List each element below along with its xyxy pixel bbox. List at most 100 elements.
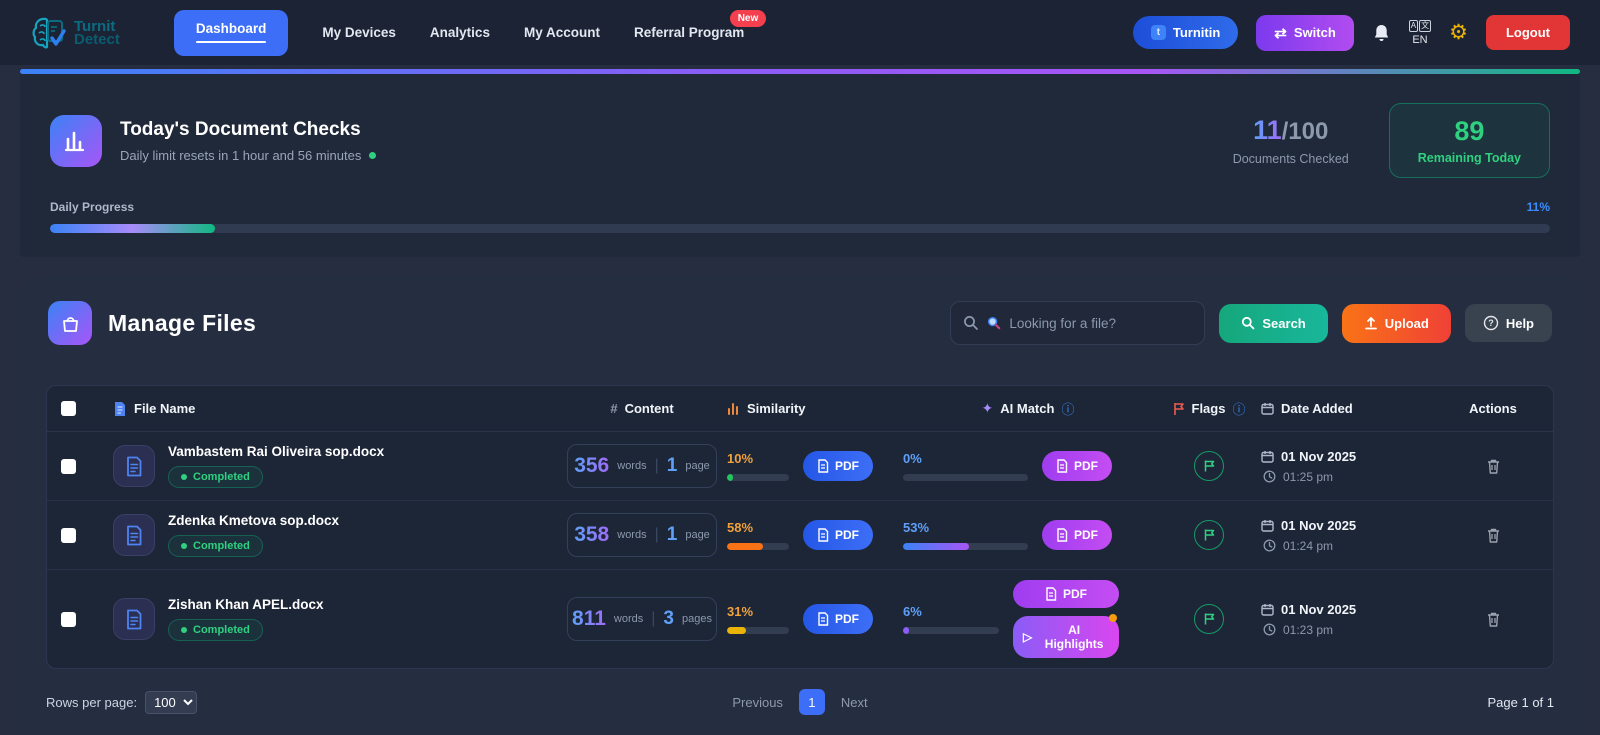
similarity-pdf-button[interactable]: PDF: [803, 451, 873, 481]
ai-highlights-button[interactable]: ▷ AI Highlights: [1013, 616, 1119, 658]
manage-files-card: Manage Files: [20, 275, 1580, 735]
search-button-icon: [1241, 316, 1255, 330]
divider: |: [655, 526, 659, 544]
delete-button[interactable]: [1486, 458, 1501, 475]
file-name[interactable]: Vambastem Rai Oliveira sop.docx: [168, 444, 384, 459]
similarity-bar-fill: [727, 474, 733, 481]
switch-button[interactable]: ⇄ Switch: [1256, 15, 1353, 51]
time-added: 01:23 pm: [1261, 623, 1447, 637]
page-summary: Page 1 of 1: [868, 695, 1554, 710]
file-name[interactable]: Zdenka Kmetova sop.docx: [168, 513, 339, 528]
status-badge: Completed: [168, 466, 263, 488]
flag-red-icon: [1173, 402, 1185, 416]
status-dot: [181, 543, 187, 549]
search-button[interactable]: Search: [1219, 304, 1327, 343]
ai-info-icon[interactable]: ⓘ: [1061, 399, 1074, 418]
daily-progress-label: Daily Progress: [50, 200, 134, 214]
ai-spark-icon: ✦: [982, 400, 994, 417]
row-checkbox[interactable]: [61, 459, 76, 474]
flag-report-button[interactable]: [1194, 604, 1224, 634]
ai-bar: [903, 543, 1028, 550]
status-badge: Completed: [168, 535, 263, 557]
rows-per-page-select[interactable]: 100: [145, 691, 197, 714]
page-count: 1: [667, 455, 678, 477]
logout-button[interactable]: Logout: [1486, 15, 1570, 50]
content-stats: 358 words | 1 page: [567, 513, 717, 557]
upload-button[interactable]: Upload: [1342, 304, 1451, 343]
time-added: 01:25 pm: [1261, 470, 1447, 484]
row-checkbox[interactable]: [61, 612, 76, 627]
ai-percent: 53%: [903, 520, 1028, 535]
col-similarity: Similarity: [727, 401, 899, 416]
daily-checks-card: Today's Document Checks Daily limit rese…: [20, 69, 1580, 257]
time-added: 01:24 pm: [1261, 539, 1447, 553]
table-row: Zishan Khan APEL.docx Completed 811 word…: [47, 570, 1553, 668]
pagination: Previous 1 Next: [732, 689, 867, 715]
settings-button[interactable]: ⚙: [1449, 23, 1468, 43]
ai-bar-fill: [903, 543, 969, 550]
active-underline: [196, 41, 267, 43]
divider: |: [655, 457, 659, 475]
file-name[interactable]: Zishan Khan APEL.docx: [168, 597, 324, 612]
similarity-pdf-button[interactable]: PDF: [803, 604, 873, 634]
col-actions: Actions: [1447, 401, 1539, 416]
table-row: Vambastem Rai Oliveira sop.docx Complete…: [47, 432, 1553, 501]
upload-icon: [1364, 316, 1378, 331]
table-header-row: File Name # Content Similarity ✦ AI Matc…: [47, 386, 1553, 432]
notifications-button[interactable]: [1372, 23, 1391, 43]
ai-pdf-button[interactable]: PDF: [1042, 451, 1112, 481]
file-search-field: [950, 301, 1205, 345]
files-table: File Name # Content Similarity ✦ AI Matc…: [46, 385, 1554, 669]
bar-chart-icon: [50, 115, 102, 167]
ai-pdf-button[interactable]: PDF: [1042, 520, 1112, 550]
similarity-bar-fill: [727, 543, 763, 550]
daily-progress-fill: [50, 224, 215, 233]
gear-icon: ⚙: [1449, 23, 1468, 43]
divider: |: [651, 610, 655, 628]
new-badge: New: [730, 10, 767, 27]
switch-arrows-icon: ⇄: [1274, 24, 1287, 42]
nav-item-dashboard[interactable]: Dashboard: [174, 10, 289, 56]
hash-icon: #: [610, 401, 617, 416]
flags-info-icon[interactable]: ⓘ: [1232, 399, 1245, 418]
document-icon: [113, 514, 155, 556]
similarity-bar: [727, 543, 789, 550]
delete-button[interactable]: [1486, 611, 1501, 628]
current-page-button[interactable]: 1: [799, 689, 825, 715]
search-input[interactable]: [1009, 316, 1192, 331]
ai-pdf-button[interactable]: PDF: [1013, 580, 1119, 608]
similarity-percent: 10%: [727, 451, 789, 466]
similarity-pdf-button[interactable]: PDF: [803, 520, 873, 550]
previous-page-button[interactable]: Previous: [732, 695, 783, 710]
status-badge: Completed: [168, 619, 263, 641]
select-all-checkbox[interactable]: [61, 401, 76, 416]
daily-card-title: Today's Document Checks: [120, 119, 376, 141]
row-checkbox[interactable]: [61, 528, 76, 543]
similarity-bar: [727, 627, 789, 634]
delete-button[interactable]: [1486, 527, 1501, 544]
help-button[interactable]: ? Help: [1465, 304, 1552, 342]
nav-item-my-account[interactable]: My Account: [524, 25, 600, 40]
brain-check-logo-icon: [30, 14, 70, 52]
flag-report-button[interactable]: [1194, 520, 1224, 550]
next-page-button[interactable]: Next: [841, 695, 868, 710]
nav-item-my-devices[interactable]: My Devices: [322, 25, 396, 40]
similarity-bar-fill: [727, 627, 746, 634]
date-added: 01 Nov 2025: [1261, 602, 1447, 617]
remaining-label: Remaining Today: [1418, 151, 1521, 165]
turnitin-button[interactable]: t Turnitin: [1133, 16, 1238, 49]
nav-item-analytics[interactable]: Analytics: [430, 25, 490, 40]
daily-reset-text: Daily limit resets in 1 hour and 56 minu…: [120, 148, 376, 163]
col-date-added: Date Added: [1261, 401, 1447, 416]
calendar-small-icon: [1261, 402, 1274, 415]
status-dot: [181, 474, 187, 480]
page-count: 1: [667, 524, 678, 546]
language-button[interactable]: A文 EN: [1409, 20, 1431, 46]
app-logo[interactable]: Turnit Detect: [30, 14, 120, 52]
brand-name: Turnit Detect: [74, 20, 120, 46]
checked-label: Documents Checked: [1233, 152, 1349, 166]
page-count: 3: [663, 608, 674, 630]
flag-report-button[interactable]: [1194, 451, 1224, 481]
nav-item-referral-program[interactable]: Referral Program New: [634, 25, 744, 40]
col-ai-match: ✦ AI Match ⓘ: [899, 399, 1157, 418]
